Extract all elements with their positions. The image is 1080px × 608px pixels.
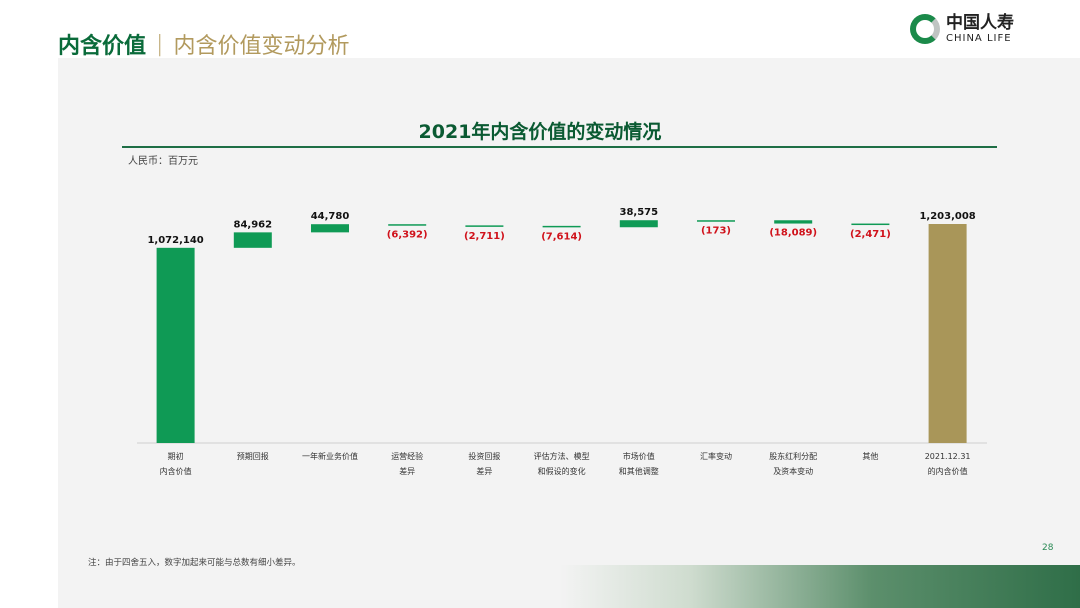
bar-5 [542, 225, 581, 228]
data-label-0: 1,072,140 [147, 235, 203, 246]
data-label-2: 44,780 [311, 211, 350, 222]
category-label-6: 市场价值 [623, 451, 655, 461]
bar-10 [928, 224, 967, 443]
bar-2 [311, 224, 349, 233]
bar-6 [619, 220, 658, 228]
data-label-5: (7,614) [541, 231, 582, 242]
bar-8 [774, 220, 813, 224]
data-label-6: 38,575 [620, 207, 659, 218]
category-label-4: 差异 [476, 466, 492, 476]
data-label-8: (18,089) [769, 228, 817, 239]
data-label-1: 84,962 [234, 219, 273, 230]
category-label-5: 和假设的变化 [538, 466, 586, 476]
bar-3 [388, 224, 427, 226]
footnote: 注：由于四舍五入，数字加起来可能与总数有细小差异。 [88, 558, 301, 568]
category-label-8: 股东红利分配 [769, 451, 817, 461]
data-label-3: (6,392) [387, 230, 428, 241]
bar-7 [697, 220, 735, 222]
category-label-3: 运营经验 [391, 451, 423, 461]
category-label-10: 的内含价值 [928, 466, 968, 476]
bar-9 [851, 223, 890, 226]
waterfall-chart: 1,072,140 期初内含价值 84,962 预期回报 44,780 一年新业务价值 (6… [137, 207, 987, 476]
data-label-9: (2,471) [850, 229, 891, 240]
category-label-9: 其他 [862, 451, 878, 461]
category-label-7: 汇率变动 [700, 451, 732, 461]
category-label-0: 内含价值 [160, 466, 192, 476]
category-label-0: 期初 [168, 451, 184, 461]
category-label-6: 和其他调整 [619, 466, 659, 476]
category-label-1: 预期回报 [237, 451, 269, 461]
category-label-4: 投资回报 [468, 451, 500, 461]
data-label-7: (173) [701, 226, 731, 237]
category-label-3: 差异 [399, 466, 415, 476]
bar-4 [465, 225, 504, 227]
category-label-10: 2021.12.31 [925, 452, 971, 461]
category-label-5: 评估方法、模型 [534, 451, 590, 461]
page-number: 28 [1042, 543, 1054, 553]
category-label-8: 及资本变动 [773, 466, 813, 476]
data-label-10: 1,203,008 [919, 211, 975, 222]
bar-0 [156, 247, 195, 443]
category-label-2: 一年新业务价值 [302, 451, 358, 461]
data-label-4: (2,711) [464, 231, 505, 242]
bar-1 [233, 232, 272, 248]
